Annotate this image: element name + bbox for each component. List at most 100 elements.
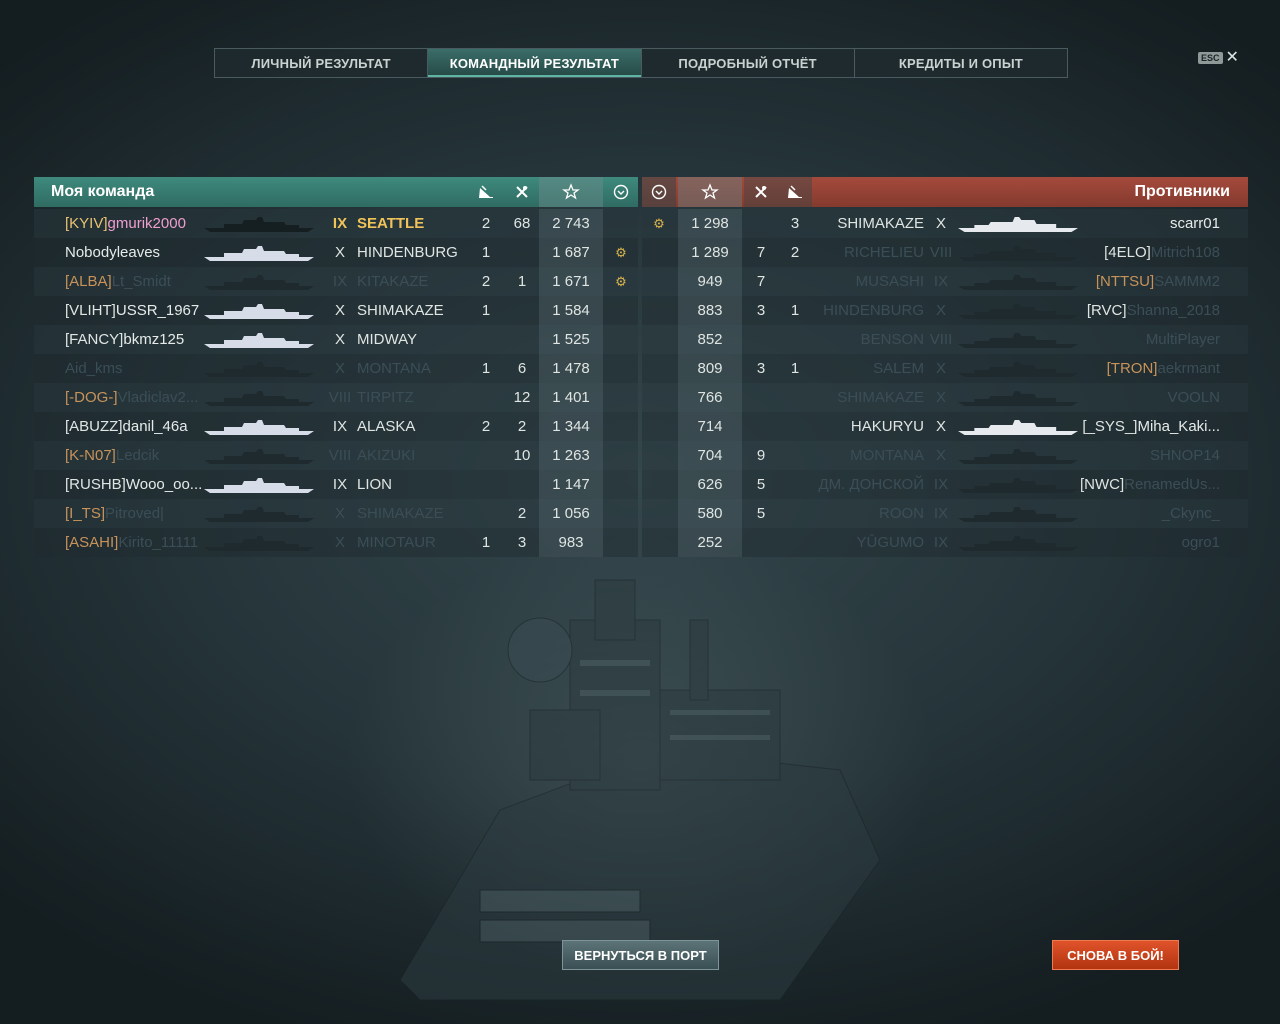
medal-value [642, 238, 676, 267]
clan-tag: [K-N07] [65, 447, 116, 464]
medal-icon [604, 177, 638, 207]
ship-name: ДМ. ДОНСКОЙ [818, 476, 925, 493]
ship-tier: X [334, 302, 345, 319]
table-row[interactable]: [I_TS]Pitroved| X SHIMAKAZE 2 1 056 [34, 499, 638, 528]
table-row[interactable]: 714 HAKURYU X [_SYS_]Miha_Kaki... [642, 412, 1248, 441]
table-row[interactable]: 626 5 ДМ. ДОНСКОЙ IX [NWC]RenamedUs... [642, 470, 1248, 499]
player-name: RenamedUs... [1124, 476, 1220, 493]
medal-value [642, 296, 676, 325]
clan-tag: [VLIHT] [65, 302, 116, 319]
battle-again-button[interactable]: СНОВА В БОЙ! [1052, 940, 1179, 970]
ship-name: LION [357, 476, 393, 493]
table-row[interactable]: [ALBA]Lt_Smidt IX KITAKAZE 2 1 1 671 ⚙ [34, 267, 638, 296]
close-button[interactable]: ESC ✕ [1198, 50, 1239, 66]
ship-tier: X [334, 244, 345, 261]
ships-destroyed-value: 2 [481, 215, 491, 232]
table-row[interactable]: 1 289 7 2 RICHELIEU VIII [4ELO]Mitrich108 [642, 238, 1248, 267]
ships-destroyed-value: 1 [790, 302, 800, 319]
clan-tag: [FANCY] [65, 331, 124, 348]
table-row[interactable]: [FANCY]bkmz125 X MIDWAY 1 525 [34, 325, 638, 354]
ship-tier: VIII [328, 447, 352, 464]
ship-silhouette-icon [204, 478, 314, 493]
player-name-cell: [NWC]RenamedUs... [1078, 470, 1220, 499]
tab-personal-result[interactable]: ЛИЧНЫЙ РЕЗУЛЬТАТ [215, 49, 429, 77]
clan-tag: [KYIV] [65, 215, 108, 232]
ship-tier: X [334, 331, 345, 348]
table-row[interactable]: Nobodyleaves X HINDENBURG 1 1 687 ⚙ [34, 238, 638, 267]
tab-team-result[interactable]: КОМАНДНЫЙ РЕЗУЛЬТАТ [428, 49, 642, 77]
ship-tier: X [334, 534, 345, 551]
base-xp-value: 1 401 [539, 383, 603, 412]
ship-name: HINDENBURG [357, 244, 458, 261]
table-row[interactable]: Aid_kms X MONTANA 1 6 1 478 [34, 354, 638, 383]
ship-silhouette-icon [958, 246, 1078, 261]
medal-value: ⚙ [653, 216, 665, 231]
player-name: ogro1 [1181, 534, 1220, 551]
table-row[interactable]: [KYIV]gmurik2000 IX SEATTLE 2 68 2 743 [34, 209, 638, 238]
table-row[interactable]: [ASAHI]Kirito_11111 X MINOTAUR 1 3 983 [34, 528, 638, 557]
base-xp-value: 1 687 [539, 238, 603, 267]
player-name-cell: [_SYS_]Miha_Kaki... [1078, 412, 1220, 441]
clan-tag: [-DOG-] [65, 389, 118, 406]
base-xp-value: 580 [678, 499, 742, 528]
base-xp-value: 1 344 [539, 412, 603, 441]
table-row[interactable]: 252 YŪGUMO IX ogro1 [642, 528, 1248, 557]
table-row[interactable]: 766 SHIMAKAZE X VOOLN [642, 383, 1248, 412]
tab-credits-and-xp[interactable]: КРЕДИТЫ И ОПЫТ [855, 49, 1067, 77]
ships-destroyed-value [778, 267, 812, 296]
ship-tier: IX [933, 476, 949, 493]
clan-tag: [ASAHI] [65, 534, 119, 551]
player-name-cell: Aid_kms [65, 354, 205, 383]
ships-destroyed-value: 2 [790, 244, 800, 261]
ship-name: HINDENBURG [823, 302, 924, 319]
planes-destroyed-value [506, 470, 538, 499]
ship-tier: VIII [929, 244, 953, 261]
table-row[interactable]: [VLIHT]USSR_1967 X SHIMAKAZE 1 1 584 [34, 296, 638, 325]
return-to-port-button[interactable]: ВЕРНУТЬСЯ В ПОРТ [562, 940, 719, 970]
table-row[interactable]: 883 3 1 HINDENBURG X [RVC]Shanna_2018 [642, 296, 1248, 325]
player-name-cell: [ASAHI]Kirito_11111 [65, 528, 205, 557]
planes-destroyed-value: 2 [517, 418, 527, 435]
table-row[interactable]: 949 7 MUSASHI IX [NTTSU]SAMMM2 [642, 267, 1248, 296]
ship-name: MIDWAY [357, 331, 417, 348]
table-row[interactable]: 809 3 1 SALEM X [TRON]aekrmant [642, 354, 1248, 383]
table-row[interactable]: [-DOG-]Vladiclav2... VIII TIRPITZ 12 1 401 [34, 383, 638, 412]
ships-destroyed-value [778, 470, 812, 499]
ship-silhouette-icon [958, 507, 1078, 522]
enemy-base-xp-star-icon [678, 177, 742, 207]
planes-destroyed-value: 12 [513, 389, 531, 406]
medal-value [642, 470, 676, 499]
table-row[interactable]: [RUSHB]Wooo_oo... IX LION 1 147 [34, 470, 638, 499]
ship-tier: X [334, 360, 345, 377]
ship-tier: VIII [328, 389, 352, 406]
background-ship-image [399, 579, 881, 1000]
ship-silhouette-icon [204, 420, 314, 435]
ships-destroyed-value [470, 499, 502, 528]
base-xp-value: 883 [678, 296, 742, 325]
my-team-header: Моя команда [34, 177, 638, 207]
ship-name: SHIMAKAZE [357, 302, 444, 319]
ship-name: MUSASHI [855, 273, 924, 290]
clan-tag: [NWC] [1079, 476, 1125, 493]
player-name: Mitrich108 [1150, 244, 1220, 261]
table-row[interactable]: 852 BENSON VIII MultiPlayer [642, 325, 1248, 354]
ship-silhouette-icon [958, 420, 1078, 435]
ships-destroyed-value: 1 [790, 360, 800, 377]
planes-destroyed-value: 2 [517, 505, 527, 522]
ships-destroyed-value: 1 [481, 534, 491, 551]
ships-destroyed-value: 2 [481, 273, 491, 290]
ship-silhouette-icon [958, 478, 1078, 493]
medal-value [604, 325, 638, 354]
table-row[interactable]: 704 9 MONTANA X SHNOP14 [642, 441, 1248, 470]
medal-value [604, 412, 638, 441]
base-xp-value: 252 [678, 528, 742, 557]
player-name: Aid_kms [65, 360, 123, 377]
table-row[interactable]: [K-N07]Ledcik VIII AKIZUKI 10 1 263 [34, 441, 638, 470]
planes-destroyed-value: 5 [756, 505, 766, 522]
table-row[interactable]: 580 5 ROON IX _Ckync_ [642, 499, 1248, 528]
table-row[interactable]: [ABUZZ]danil_46a IX ALASKA 2 2 1 344 [34, 412, 638, 441]
tab-detailed-report[interactable]: ПОДРОБНЫЙ ОТЧЁТ [642, 49, 855, 77]
ship-silhouette-icon [204, 217, 314, 232]
player-name-cell: [K-N07]Ledcik [65, 441, 205, 470]
table-row[interactable]: ⚙ 1 298 3 SHIMAKAZE Xscarr01 [642, 209, 1248, 238]
